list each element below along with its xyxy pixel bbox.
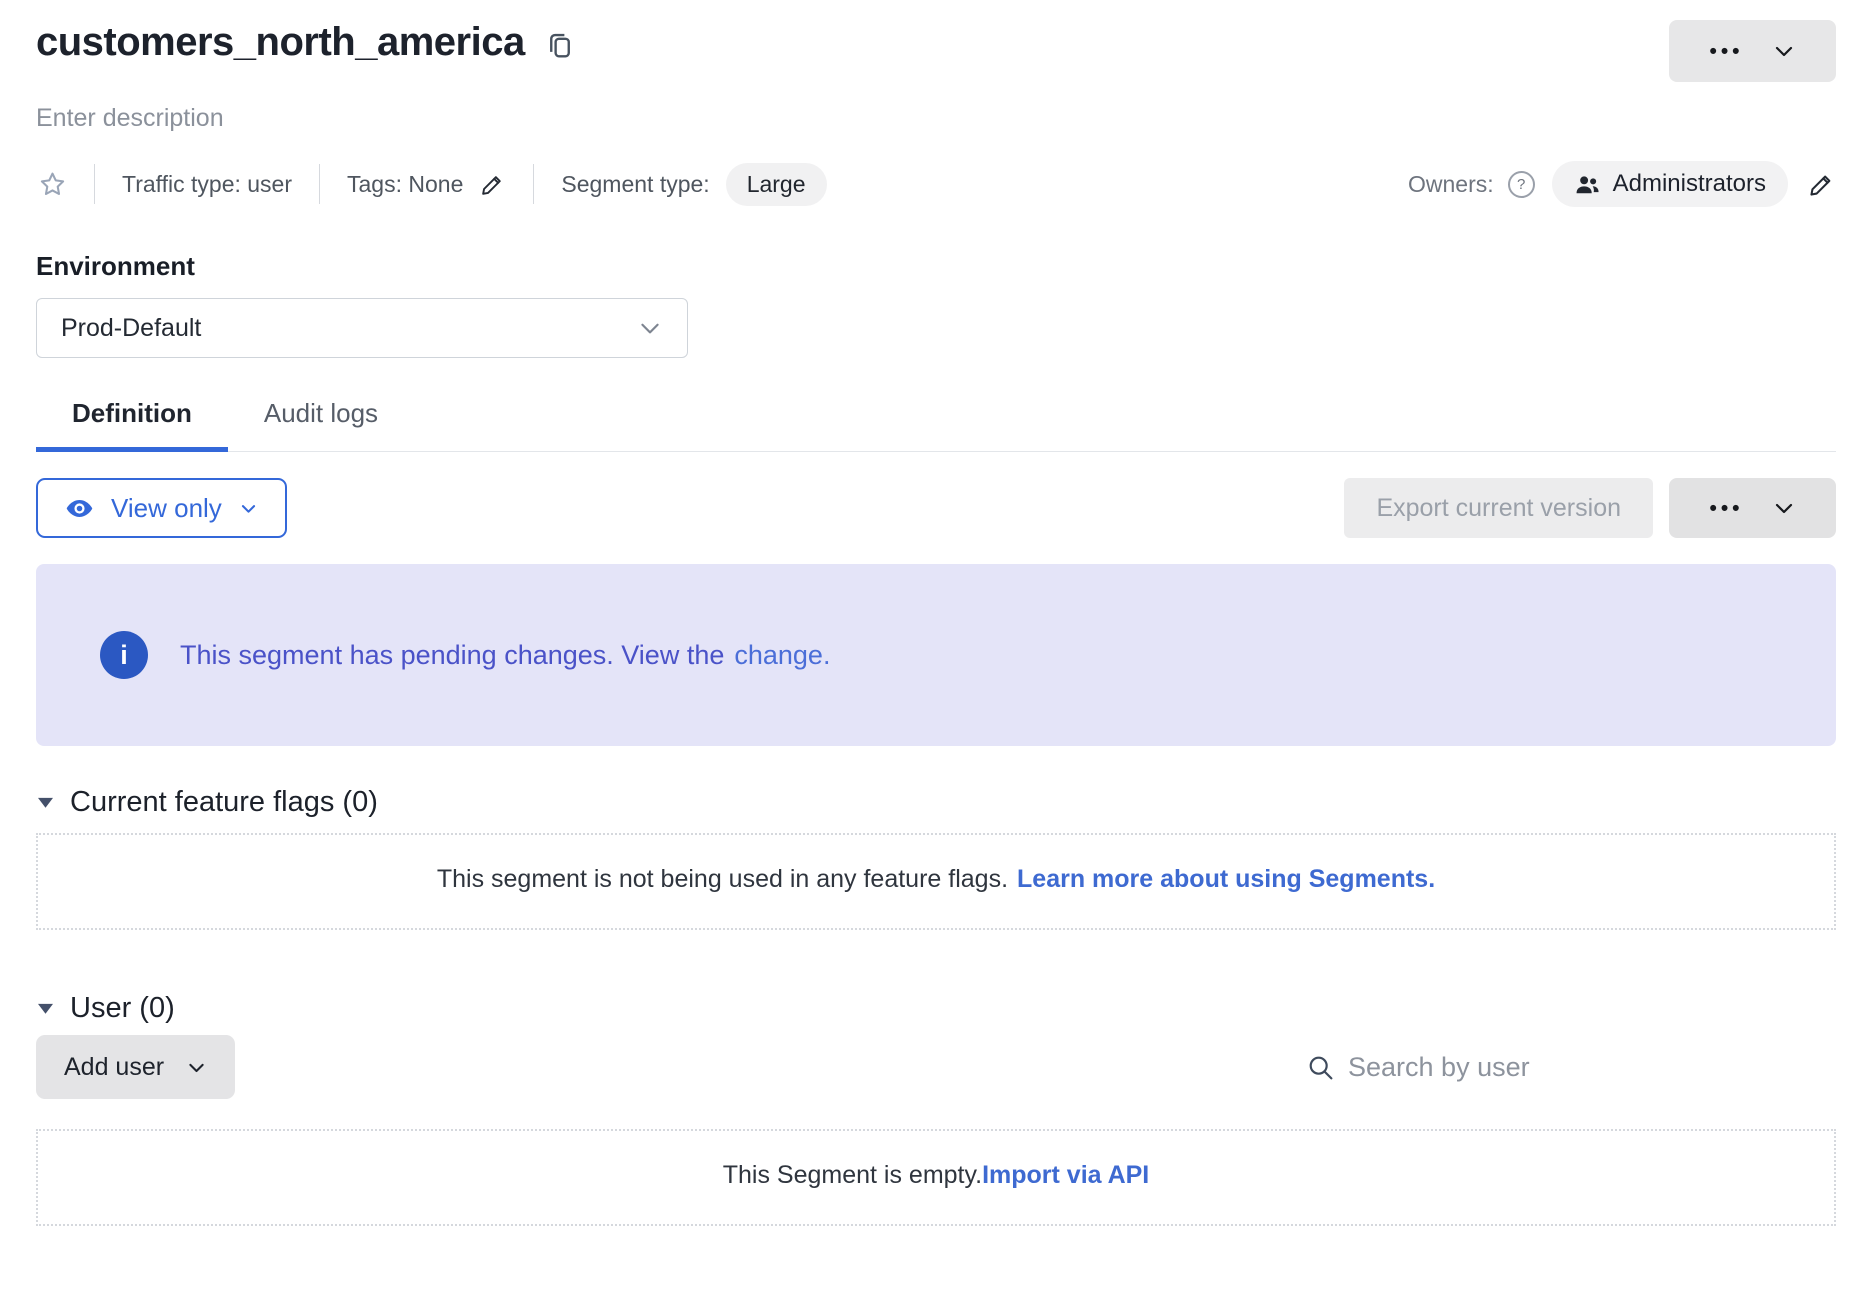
owners-value: Administrators xyxy=(1613,170,1766,198)
caret-down-icon[interactable] xyxy=(36,1001,55,1016)
user-section-header: User (0) xyxy=(36,992,1836,1025)
page-header: customers_north_america ••• xyxy=(36,20,1836,82)
chevron-down-icon xyxy=(239,499,258,518)
tab-audit-logs[interactable]: Audit logs xyxy=(228,398,414,451)
divider xyxy=(94,164,95,204)
definition-more-menu-button[interactable]: ••• xyxy=(1669,478,1836,538)
banner-text: This segment has pending changes. View t… xyxy=(180,640,830,671)
edit-tags-icon[interactable] xyxy=(479,171,506,198)
search-icon xyxy=(1306,1053,1335,1082)
user-search xyxy=(1306,1052,1836,1083)
info-glyph: i xyxy=(120,640,128,671)
segment-detail-page: customers_north_america ••• Enter descri… xyxy=(0,0,1864,1304)
tab-audit-logs-label: Audit logs xyxy=(264,398,378,428)
tab-definition[interactable]: Definition xyxy=(36,398,228,451)
divider xyxy=(319,164,320,204)
learn-more-segments-link[interactable]: Learn more about using Segments. xyxy=(1017,865,1435,893)
info-icon: i xyxy=(100,631,148,679)
import-via-api-link[interactable]: Import via API xyxy=(982,1161,1149,1189)
add-user-button[interactable]: Add user xyxy=(36,1035,235,1099)
caret-down-icon[interactable] xyxy=(36,795,55,810)
chevron-down-icon xyxy=(1772,496,1796,520)
feature-flags-empty-message: This segment is not being used in any fe… xyxy=(437,865,1008,893)
description-placeholder[interactable]: Enter description xyxy=(36,104,1836,133)
chevron-down-icon xyxy=(637,315,663,341)
help-icon[interactable]: ? xyxy=(1508,171,1535,198)
pending-changes-banner: i This segment has pending changes. View… xyxy=(36,564,1836,746)
user-actions-row: Add user xyxy=(36,1035,1836,1099)
feature-flags-section-title: Current feature flags (0) xyxy=(70,786,378,819)
feature-flags-empty-state: This segment is not being used in any fe… xyxy=(36,833,1836,930)
ellipsis-icon: ••• xyxy=(1709,41,1743,62)
divider xyxy=(533,164,534,204)
export-label: Export current version xyxy=(1376,494,1621,522)
toolbar-right: Export current version ••• xyxy=(1344,478,1836,538)
copy-icon[interactable] xyxy=(545,30,575,60)
user-section-title: User (0) xyxy=(70,992,175,1025)
tab-definition-label: Definition xyxy=(72,398,192,428)
owners-label: Owners: xyxy=(1408,171,1494,198)
tab-bar: Definition Audit logs xyxy=(36,398,1836,452)
edit-owners-icon[interactable] xyxy=(1807,170,1836,199)
segment-type-label: Segment type: xyxy=(561,171,709,198)
people-icon xyxy=(1574,171,1601,198)
chevron-down-icon xyxy=(186,1057,207,1078)
view-change-link[interactable]: change. xyxy=(734,640,830,670)
user-empty-message: This Segment is empty. xyxy=(723,1161,982,1189)
title-wrap: customers_north_america xyxy=(36,20,575,65)
segment-type-badge: Large xyxy=(726,163,827,206)
chevron-down-icon xyxy=(1772,39,1796,63)
meta-row: Traffic type: user Tags: None Segment ty… xyxy=(36,161,1836,207)
header-more-menu-button[interactable]: ••• xyxy=(1669,20,1836,82)
environment-select[interactable]: Prod-Default xyxy=(36,298,688,358)
traffic-type-label: Traffic type: user xyxy=(122,171,292,198)
eye-icon xyxy=(65,494,94,523)
search-by-user-input[interactable] xyxy=(1348,1052,1836,1083)
export-current-version-button[interactable]: Export current version xyxy=(1344,478,1653,538)
help-glyph: ? xyxy=(1517,176,1525,193)
star-icon[interactable] xyxy=(38,170,67,199)
environment-label: Environment xyxy=(36,251,1836,282)
user-empty-state: This Segment is empty.Import via API xyxy=(36,1129,1836,1226)
ellipsis-icon: ••• xyxy=(1709,498,1743,519)
page-title: customers_north_america xyxy=(36,20,525,65)
view-only-button[interactable]: View only xyxy=(36,478,287,538)
tags-label: Tags: None xyxy=(347,171,463,198)
feature-flags-section-header: Current feature flags (0) xyxy=(36,786,1836,819)
view-only-label: View only xyxy=(111,493,222,524)
add-user-label: Add user xyxy=(64,1053,164,1082)
environment-selected-value: Prod-Default xyxy=(61,314,201,343)
owners-chip[interactable]: Administrators xyxy=(1552,161,1788,207)
definition-toolbar: View only Export current version ••• xyxy=(36,478,1836,538)
banner-message: This segment has pending changes. View t… xyxy=(180,640,724,670)
